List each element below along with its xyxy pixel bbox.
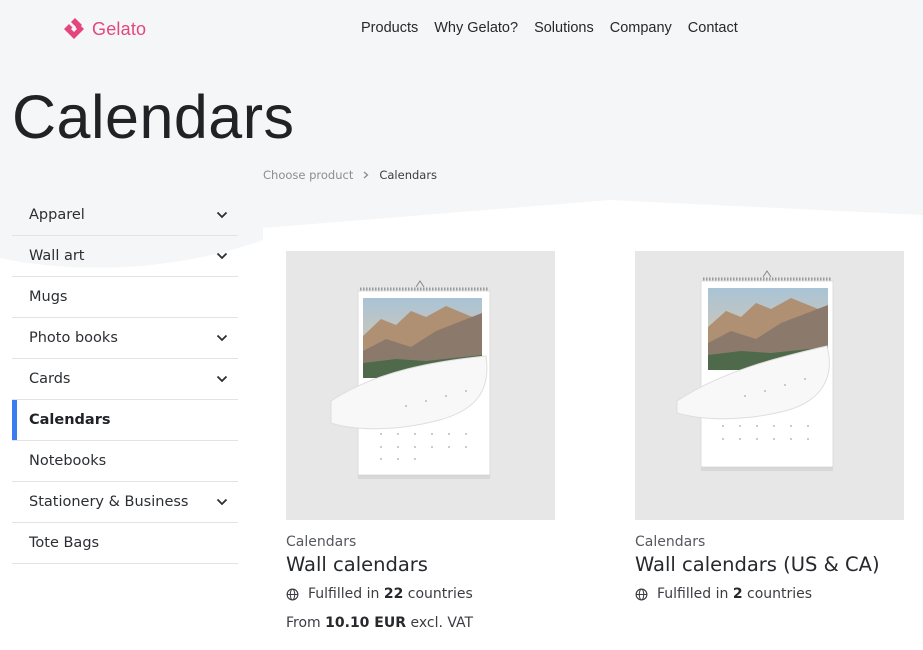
product-title[interactable]: Wall calendars (US & CA) <box>635 553 904 576</box>
fulfilled-suffix: countries <box>407 586 473 602</box>
product-image[interactable] <box>286 251 555 520</box>
price-value: 10.10 EUR <box>325 615 407 631</box>
price-info: From 10.10 EUR excl. VAT <box>286 615 555 631</box>
sidebar-item-label: Notebooks <box>29 453 107 469</box>
chevron-right-icon <box>363 171 369 179</box>
fulfillment-info: Fulfilled in 22 countries <box>286 586 555 602</box>
sidebar-item-label: Stationery & Business <box>29 494 189 510</box>
nav-products[interactable]: Products <box>361 20 418 36</box>
product-category: Calendars <box>635 534 706 550</box>
sidebar-item-label: Apparel <box>29 207 85 223</box>
product-category: Calendars <box>286 534 357 550</box>
sidebar-item-label: Cards <box>29 371 71 387</box>
wall-calendar-image <box>286 251 555 520</box>
sidebar-item-cards[interactable]: Cards <box>12 359 238 400</box>
breadcrumb-current: Calendars <box>379 168 438 182</box>
price-prefix: From <box>286 615 321 631</box>
chevron-down-icon[interactable] <box>216 252 228 260</box>
price-suffix: excl. VAT <box>410 615 474 631</box>
fulfilled-prefix: Fulfilled in <box>657 586 729 602</box>
chevron-down-icon[interactable] <box>216 498 228 506</box>
product-title[interactable]: Wall calendars <box>286 553 555 576</box>
category-sidebar: Apparel Wall art Mugs Photo books Cards … <box>12 195 238 564</box>
sidebar-item-calendars[interactable]: Calendars <box>12 400 238 441</box>
fulfilled-suffix: countries <box>747 586 813 602</box>
brand-name: Gelato <box>92 18 147 39</box>
country-count: 22 <box>383 586 404 602</box>
sidebar-item-tote-bags[interactable]: Tote Bags <box>12 523 238 564</box>
globe-icon <box>286 588 299 600</box>
breadcrumb: Choose product Calendars <box>263 168 437 182</box>
product-card[interactable]: Calendars Wall calendars (US & CA) Fulfi… <box>635 251 904 602</box>
country-count: 2 <box>732 586 743 602</box>
globe-icon <box>635 588 648 600</box>
sidebar-item-apparel[interactable]: Apparel <box>12 195 238 236</box>
fulfilled-prefix: Fulfilled in <box>308 586 380 602</box>
gelato-logo[interactable]: Gelato <box>62 18 146 40</box>
wall-calendar-image <box>635 251 904 520</box>
sidebar-item-label: Calendars <box>29 412 111 428</box>
breadcrumb-choose-product[interactable]: Choose product <box>263 168 353 182</box>
sidebar-item-mugs[interactable]: Mugs <box>12 277 238 318</box>
sidebar-item-photo-books[interactable]: Photo books <box>12 318 238 359</box>
sidebar-item-label: Mugs <box>29 289 68 305</box>
product-image[interactable] <box>635 251 904 520</box>
nav-why-gelato[interactable]: Why Gelato? <box>434 20 518 36</box>
sidebar-item-stationery-business[interactable]: Stationery & Business <box>12 482 238 523</box>
nav-solutions[interactable]: Solutions <box>534 20 594 36</box>
nav-contact[interactable]: Contact <box>688 20 738 36</box>
chevron-down-icon[interactable] <box>216 211 228 219</box>
chevron-down-icon[interactable] <box>216 334 228 342</box>
page-title: Calendars <box>12 83 295 151</box>
main-nav: Products Why Gelato? Solutions Company C… <box>361 20 738 36</box>
product-card[interactable]: Calendars Wall calendars Fulfilled in 22… <box>286 251 555 631</box>
nav-company[interactable]: Company <box>610 20 672 36</box>
sidebar-item-notebooks[interactable]: Notebooks <box>12 441 238 482</box>
gelato-logo-icon <box>64 18 84 39</box>
sidebar-item-label: Tote Bags <box>29 535 100 551</box>
sidebar-item-label: Wall art <box>29 248 85 264</box>
site-header: Gelato Products Why Gelato? Solutions Co… <box>0 0 923 58</box>
chevron-down-icon[interactable] <box>216 375 228 383</box>
fulfillment-info: Fulfilled in 2 countries <box>635 586 904 602</box>
sidebar-item-label: Photo books <box>29 330 118 346</box>
sidebar-item-wall-art[interactable]: Wall art <box>12 236 238 277</box>
